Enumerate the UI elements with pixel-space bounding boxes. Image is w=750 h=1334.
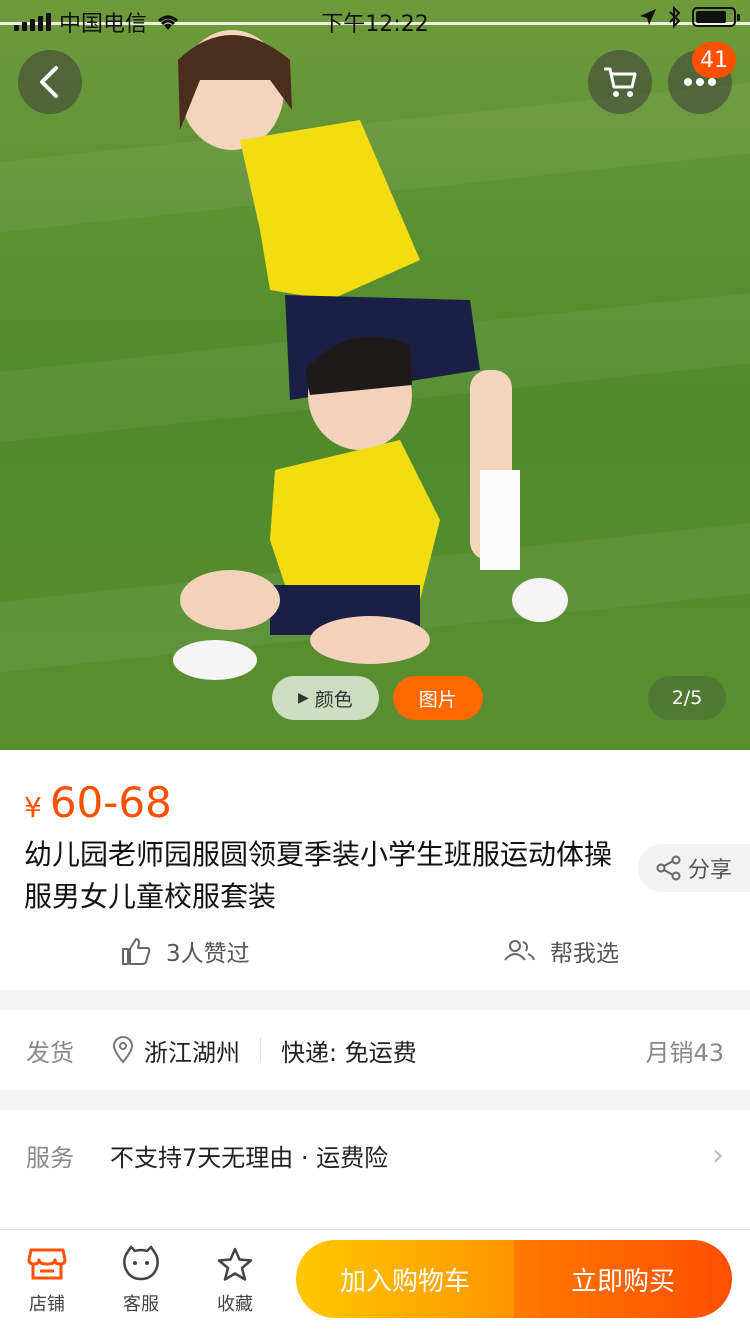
location-pin-icon: [112, 1036, 134, 1064]
tab-color-label: 颜色: [314, 688, 353, 711]
price: ¥60-68: [24, 778, 172, 827]
shop-label: 店铺: [29, 1294, 65, 1315]
location-arrow-icon: [640, 9, 656, 25]
customer-service-button[interactable]: 客服: [96, 1242, 186, 1316]
share-icon: [656, 855, 681, 881]
thumbs-up-icon: [122, 938, 151, 965]
people-icon: [504, 940, 535, 961]
shop-icon: [27, 1248, 67, 1280]
add-to-cart-button[interactable]: 加入购物车: [296, 1240, 514, 1318]
chat-face-icon: [123, 1245, 159, 1281]
status-bar: 中国电信 下午12:22: [0, 0, 750, 40]
cart-button[interactable]: [588, 50, 652, 114]
shipping-row: 发货 浙江湖州 快递: 免运费 月销43: [0, 1010, 750, 1090]
product-image[interactable]: 中国电信 下午12:22 41 ▶ 颜色 图片 2/5: [0, 0, 750, 750]
battery-icon: [692, 7, 740, 27]
chevron-left-icon: [40, 66, 58, 98]
divider: [260, 1038, 261, 1062]
buy-now-button[interactable]: 立即购买: [514, 1240, 732, 1318]
product-title: 幼儿园老师园服圆领夏季装小学生班服运动体操服男女儿童校服套装: [24, 838, 613, 913]
express-fee: 快递: 免运费: [281, 1038, 417, 1067]
shipping-label: 发货: [26, 1038, 74, 1067]
purchase-buttons: 加入购物车 立即购买: [296, 1240, 732, 1318]
share-label: 分享: [687, 858, 732, 883]
favorite-button[interactable]: 收藏: [190, 1242, 280, 1316]
ellipsis-icon: [684, 78, 716, 86]
chevron-right-icon: ›: [712, 1138, 724, 1173]
likes-button[interactable]: 3人赞过: [120, 934, 250, 968]
share-button[interactable]: 分享: [638, 844, 750, 892]
kids-illustration: [173, 30, 568, 680]
service-row[interactable]: 服务 不支持7天无理由 · 运费险 ›: [0, 1110, 750, 1250]
likes-label: 3人赞过: [166, 941, 250, 967]
favorite-label: 收藏: [217, 1294, 253, 1315]
bluetooth-icon: [669, 6, 681, 28]
price-value: 60-68: [49, 778, 172, 827]
customer-service-label: 客服: [123, 1294, 159, 1315]
bottom-action-bar: 店铺 客服 收藏 加入购物车 立即购买: [0, 1230, 750, 1334]
tab-image[interactable]: 图片: [392, 676, 483, 720]
tab-color[interactable]: ▶ 颜色: [272, 676, 379, 720]
service-value: 不支持7天无理由 · 运费险: [110, 1144, 389, 1172]
star-icon: [217, 1247, 253, 1281]
media-tabs: ▶ 颜色 图片: [272, 676, 483, 720]
cart-icon: [604, 67, 637, 97]
cart-count-badge: 41: [692, 42, 736, 78]
help-me-choose-button[interactable]: 帮我选: [502, 934, 619, 968]
back-button[interactable]: [18, 50, 82, 114]
product-info: ¥60-68 幼儿园老师园服圆领夏季装小学生班服运动体操服男女儿童校服套装 分享…: [0, 750, 750, 990]
service-label: 服务: [26, 1144, 74, 1172]
help-me-choose-label: 帮我选: [550, 941, 619, 967]
monthly-sales: 月销43: [645, 1038, 724, 1067]
shop-button[interactable]: 店铺: [2, 1242, 92, 1316]
currency-symbol: ¥: [24, 791, 42, 824]
shipping-location: 浙江湖州: [144, 1038, 240, 1067]
image-counter: 2/5: [648, 676, 726, 720]
tab-image-label: 图片: [418, 688, 457, 711]
play-icon: ▶: [298, 690, 309, 706]
